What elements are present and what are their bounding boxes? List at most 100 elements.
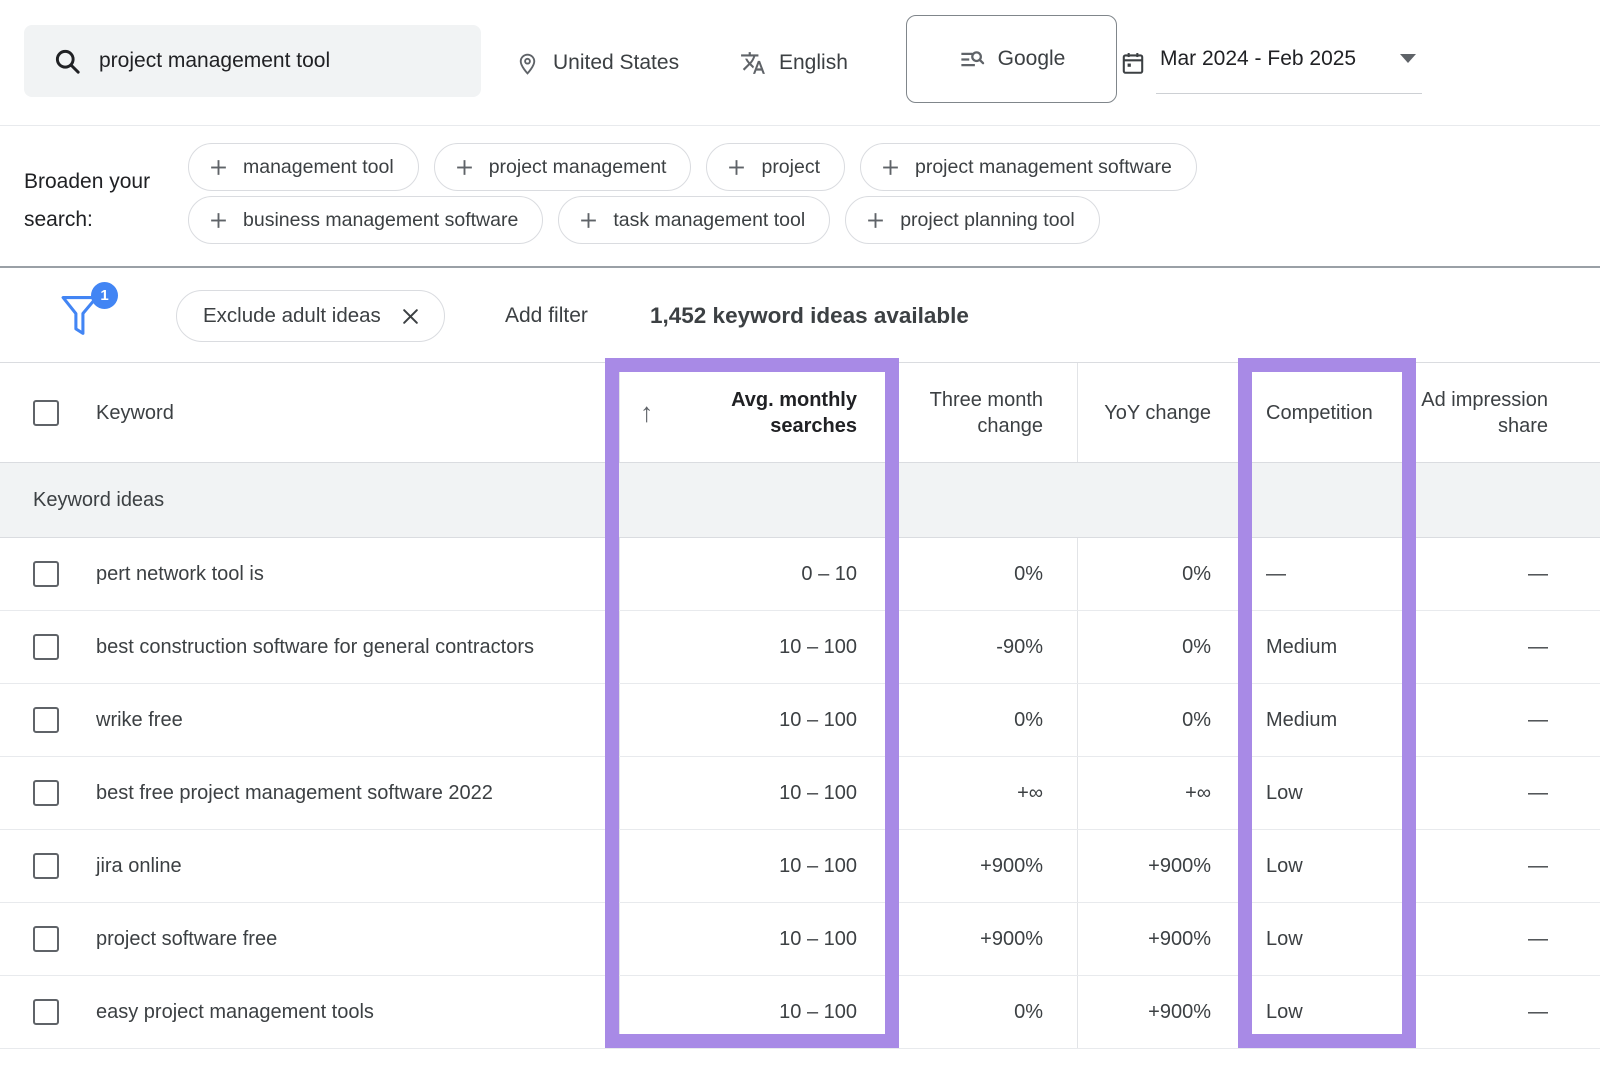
table-row[interactable]: wrike free 10 – 100 0% 0% Medium — [0, 684, 1600, 757]
cell-avg-monthly-searches: 10 – 100 [619, 611, 891, 683]
cell-keyword: easy project management tools [96, 976, 619, 1048]
cell-yoy-change: 0% [1077, 611, 1249, 683]
broaden-chip-business-management-software[interactable]: business management software [188, 196, 543, 244]
plus-icon [865, 210, 886, 231]
translate-icon [740, 50, 766, 76]
search-icon [54, 48, 81, 75]
table-row[interactable]: jira online 10 – 100 +900% +900% Low — [0, 830, 1600, 903]
cell-keyword: wrike free [96, 684, 619, 756]
table-row[interactable]: project software free 10 – 100 +900% +90… [0, 903, 1600, 976]
close-icon[interactable] [401, 307, 420, 326]
table-header-row: Keyword ↑ Avg. monthly searches Three mo… [0, 362, 1600, 462]
add-filter-button[interactable]: Add filter [505, 268, 588, 364]
cell-keyword: best construction software for general c… [96, 611, 619, 683]
cell-yoy-change: 0% [1077, 538, 1249, 610]
cell-competition: Medium [1249, 611, 1414, 683]
calendar-icon [1120, 50, 1146, 76]
cell-three-month-change: 0% [891, 976, 1077, 1048]
keyword-ideas-section-row: Keyword ideas [0, 462, 1600, 538]
filter-bar: 1 Exclude adult ideas Add filter 1,452 k… [0, 266, 1600, 362]
column-header-avg-monthly-searches[interactable]: ↑ Avg. monthly searches [619, 363, 891, 462]
row-checkbox[interactable] [33, 634, 59, 660]
row-checkbox[interactable] [33, 561, 59, 587]
language-label: English [779, 51, 848, 75]
row-checkbox[interactable] [33, 926, 59, 952]
cell-yoy-change: +900% [1077, 830, 1249, 902]
cell-ad-impression-share: — [1414, 903, 1600, 975]
broaden-chips-row-2: business management software task manage… [188, 196, 1100, 244]
broaden-search-label: Broaden your search: [24, 163, 174, 239]
table-row[interactable]: pert network tool is 0 – 10 0% 0% — — [0, 538, 1600, 611]
cell-keyword: pert network tool is [96, 538, 619, 610]
cell-avg-monthly-searches: 10 – 100 [619, 976, 891, 1048]
cell-yoy-change: +900% [1077, 903, 1249, 975]
row-checkbox[interactable] [33, 853, 59, 879]
cell-keyword: jira online [96, 830, 619, 902]
column-header-yoy-change[interactable]: YoY change [1077, 363, 1249, 462]
filter-count-badge: 1 [91, 282, 118, 309]
date-range-selector[interactable]: Mar 2024 - Feb 2025 [1120, 0, 1422, 126]
location-pin-icon [515, 51, 540, 76]
cell-three-month-change: +∞ [891, 757, 1077, 829]
cell-three-month-change: 0% [891, 538, 1077, 610]
cell-yoy-change: +∞ [1077, 757, 1249, 829]
table-row[interactable]: best free project management software 20… [0, 757, 1600, 830]
sort-ascending-icon: ↑ [640, 395, 654, 430]
row-checkbox[interactable] [33, 780, 59, 806]
location-selector[interactable]: United States [515, 0, 679, 126]
cell-ad-impression-share: — [1414, 757, 1600, 829]
cell-competition: Low [1249, 757, 1414, 829]
cell-ad-impression-share: — [1414, 684, 1600, 756]
keyword-planner-page: United States English Google Mar 2024 - … [0, 0, 1600, 1069]
plus-icon [208, 157, 229, 178]
cell-ad-impression-share: — [1414, 611, 1600, 683]
cell-avg-monthly-searches: 10 – 100 [619, 830, 891, 902]
plus-icon [578, 210, 599, 231]
column-header-three-month-change[interactable]: Three month change [891, 363, 1077, 462]
search-input[interactable] [99, 49, 457, 73]
keyword-search-box[interactable] [24, 25, 481, 97]
cell-avg-monthly-searches: 10 – 100 [619, 757, 891, 829]
broaden-chip-project-management-software[interactable]: project management software [860, 143, 1197, 191]
broaden-chip-project-planning-tool[interactable]: project planning tool [845, 196, 1100, 244]
cell-yoy-change: +900% [1077, 976, 1249, 1048]
network-label: Google [998, 47, 1066, 71]
broaden-chip-management-tool[interactable]: management tool [188, 143, 419, 191]
table-row[interactable]: best construction software for general c… [0, 611, 1600, 684]
broaden-chip-task-management-tool[interactable]: task management tool [558, 196, 830, 244]
cell-competition: Low [1249, 830, 1414, 902]
cell-three-month-change: 0% [891, 684, 1077, 756]
search-network-icon [958, 46, 985, 73]
column-header-ad-impression-share[interactable]: Ad impression share [1414, 363, 1600, 462]
network-selector-button[interactable]: Google [906, 15, 1117, 103]
cell-competition: Medium [1249, 684, 1414, 756]
cell-competition: Low [1249, 976, 1414, 1048]
column-header-keyword[interactable]: Keyword [96, 363, 619, 462]
column-header-competition[interactable]: Competition [1249, 363, 1414, 462]
cell-three-month-change: +900% [891, 903, 1077, 975]
filter-funnel-button[interactable]: 1 [58, 284, 124, 346]
cell-avg-monthly-searches: 10 – 100 [619, 903, 891, 975]
cell-three-month-change: +900% [891, 830, 1077, 902]
cell-competition: Low [1249, 903, 1414, 975]
table-row[interactable]: easy project management tools 10 – 100 0… [0, 976, 1600, 1049]
cell-avg-monthly-searches: 10 – 100 [619, 684, 891, 756]
language-selector[interactable]: English [740, 0, 848, 126]
cell-competition: — [1249, 538, 1414, 610]
plus-icon [880, 157, 901, 178]
exclude-adult-ideas-chip[interactable]: Exclude adult ideas [176, 290, 445, 342]
cell-three-month-change: -90% [891, 611, 1077, 683]
row-checkbox[interactable] [33, 999, 59, 1025]
select-all-checkbox[interactable] [33, 400, 59, 426]
row-checkbox[interactable] [33, 707, 59, 733]
broaden-chip-project-management[interactable]: project management [434, 143, 692, 191]
exclude-chip-label: Exclude adult ideas [203, 304, 381, 328]
cell-avg-monthly-searches: 0 – 10 [619, 538, 891, 610]
ideas-available-count: 1,452 keyword ideas available [650, 268, 969, 364]
broaden-search-section: Broaden your search: management tool pro… [0, 127, 1600, 266]
cell-keyword: project software free [96, 903, 619, 975]
cell-ad-impression-share: — [1414, 976, 1600, 1048]
keyword-ideas-table: Keyword ↑ Avg. monthly searches Three mo… [0, 362, 1600, 1049]
broaden-chip-project[interactable]: project [706, 143, 845, 191]
location-label: United States [553, 51, 679, 75]
